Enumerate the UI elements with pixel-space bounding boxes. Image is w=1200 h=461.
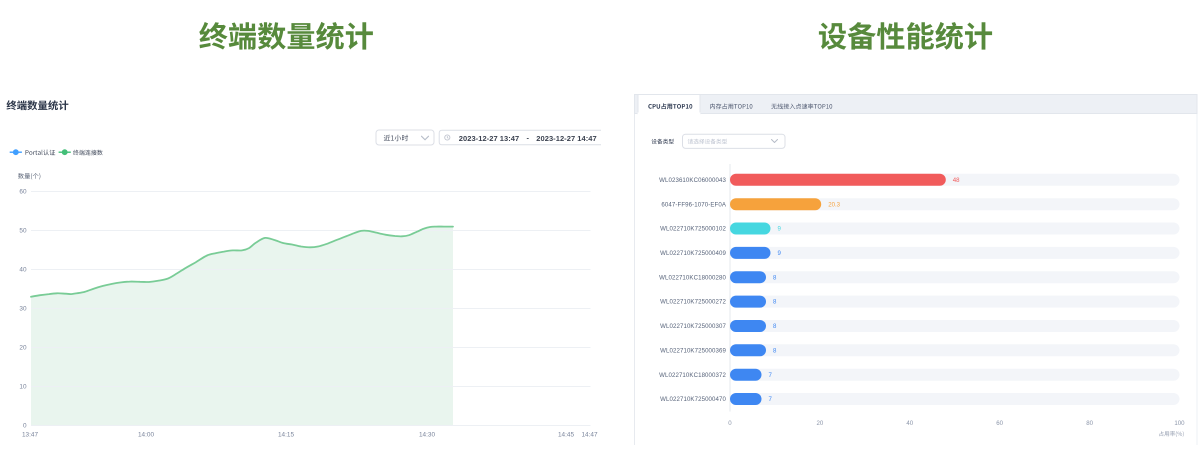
svg-text:WL022710KC18000280: WL022710KC18000280 bbox=[659, 274, 726, 281]
svg-text:60: 60 bbox=[19, 189, 27, 196]
svg-text:48: 48 bbox=[953, 177, 960, 184]
svg-text:30: 30 bbox=[19, 306, 27, 313]
svg-text:0: 0 bbox=[23, 423, 27, 430]
svg-text:WL023610KC06000043: WL023610KC06000043 bbox=[659, 177, 726, 184]
svg-text:WL022710KC18000372: WL022710KC18000372 bbox=[659, 372, 726, 379]
svg-text:40: 40 bbox=[19, 267, 27, 274]
svg-text:50: 50 bbox=[19, 228, 27, 235]
svg-text:20.3: 20.3 bbox=[828, 201, 840, 208]
svg-text:20: 20 bbox=[19, 345, 27, 352]
svg-text:20: 20 bbox=[817, 420, 824, 427]
svg-text:14:15: 14:15 bbox=[278, 431, 294, 438]
svg-text:WL022710K725000307: WL022710K725000307 bbox=[660, 323, 726, 330]
svg-text:60: 60 bbox=[996, 420, 1003, 427]
svg-text:80: 80 bbox=[1086, 420, 1093, 427]
svg-text:WL022710K725000369: WL022710K725000369 bbox=[660, 347, 726, 354]
svg-text:14:00: 14:00 bbox=[138, 431, 154, 438]
svg-text:14:45: 14:45 bbox=[558, 431, 574, 438]
svg-text:13:47: 13:47 bbox=[22, 431, 38, 438]
svg-text:2023-12-27 14:47: 2023-12-27 14:47 bbox=[536, 134, 596, 143]
svg-text:40: 40 bbox=[906, 420, 913, 427]
svg-text:WL022710K725000409: WL022710K725000409 bbox=[660, 250, 726, 257]
svg-text:14:30: 14:30 bbox=[419, 431, 435, 438]
svg-text:14:47: 14:47 bbox=[582, 431, 598, 438]
svg-text:10: 10 bbox=[19, 384, 27, 391]
svg-text:WL022710K725000272: WL022710K725000272 bbox=[660, 299, 726, 306]
svg-text:0: 0 bbox=[728, 420, 732, 427]
svg-text:WL022710K725000470: WL022710K725000470 bbox=[660, 396, 726, 403]
svg-text:2023-12-27 13:47: 2023-12-27 13:47 bbox=[459, 134, 519, 143]
svg-text:WL022710K725000102: WL022710K725000102 bbox=[660, 226, 726, 233]
svg-text:6047-FF96-1070-EF0A: 6047-FF96-1070-EF0A bbox=[661, 201, 726, 208]
svg-text:100: 100 bbox=[1174, 420, 1185, 427]
